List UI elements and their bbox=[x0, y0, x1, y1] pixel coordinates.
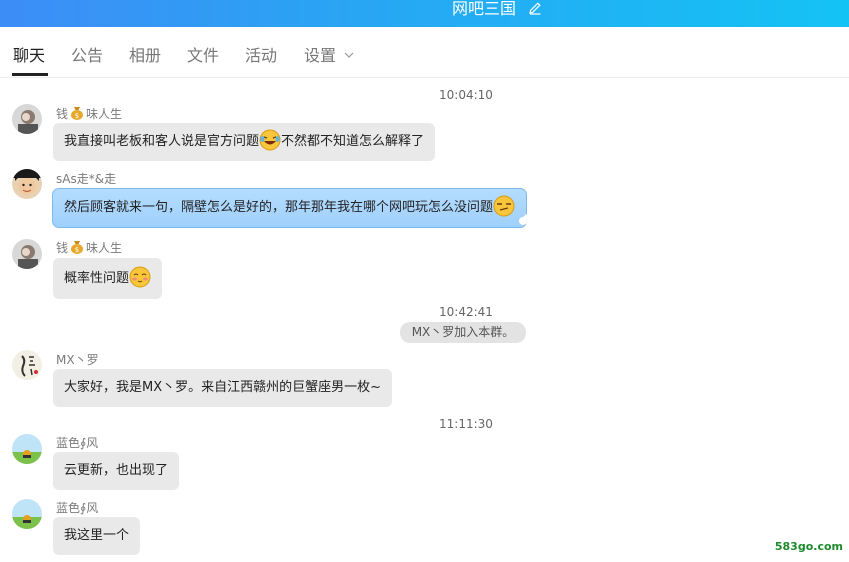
avatar[interactable] bbox=[12, 169, 42, 199]
sender-name: MX丶罗 bbox=[56, 353, 99, 367]
timestamp: 10:42:41 bbox=[439, 305, 493, 319]
svg-text:$: $ bbox=[75, 246, 79, 254]
tab-files[interactable]: 文件 bbox=[187, 46, 219, 66]
avatar[interactable] bbox=[12, 434, 42, 464]
sender-name: 蓝色∮风 bbox=[56, 501, 99, 515]
svg-text:$: $ bbox=[75, 112, 79, 120]
money-bag-icon: $ bbox=[71, 107, 84, 120]
timestamp: 11:11:30 bbox=[439, 417, 493, 431]
sender-name: 钱 $ 味人生 bbox=[56, 241, 123, 255]
tab-activity[interactable]: 活动 bbox=[245, 46, 277, 66]
laughing-emoji bbox=[259, 129, 281, 150]
message-bubble[interactable]: 然后顾客就来一句，隔壁怎么是好的，那年那年我在哪个网吧玩怎么没问题 bbox=[52, 188, 528, 228]
avatar[interactable] bbox=[12, 350, 42, 380]
edit-icon[interactable] bbox=[528, 1, 542, 15]
message-bubble[interactable]: 概率性问题 bbox=[53, 258, 163, 299]
smug-emoji bbox=[493, 195, 515, 216]
money-bag-icon: $ bbox=[71, 241, 84, 254]
sender-name: 钱 $ 味人生 bbox=[56, 107, 123, 121]
message-bubble[interactable]: 我直接叫老板和客人说是官方问题 不然都不知道怎么解释了 bbox=[53, 123, 436, 161]
group-title: 网吧三国 bbox=[452, 0, 517, 18]
sender-name: sAs走*&走 bbox=[56, 172, 117, 186]
message-bubble[interactable]: 大家好，我是MX丶罗。来自江西赣州的巨蟹座男一枚~ bbox=[53, 369, 393, 407]
bubble-cloud-decoration bbox=[519, 214, 536, 225]
tab-settings[interactable]: 设置 bbox=[304, 46, 336, 66]
avatar[interactable] bbox=[12, 239, 42, 269]
tab-album[interactable]: 相册 bbox=[129, 46, 161, 66]
title-bar: 网吧三国 bbox=[0, 0, 849, 27]
avatar[interactable] bbox=[12, 104, 42, 134]
message-bubble[interactable]: 我这里一个 bbox=[53, 517, 141, 555]
system-notice: MX丶罗加入本群。 bbox=[400, 322, 526, 343]
avatar[interactable] bbox=[12, 499, 42, 529]
sender-name: 蓝色∮风 bbox=[56, 436, 99, 450]
chevron-down-icon[interactable] bbox=[344, 52, 354, 58]
timestamp: 10:04:10 bbox=[439, 88, 493, 102]
message-bubble[interactable]: 云更新，也出现了 bbox=[53, 452, 180, 490]
tab-bar: 聊天 公告 相册 文件 活动 设置 bbox=[0, 27, 849, 78]
tab-announcement[interactable]: 公告 bbox=[71, 46, 103, 66]
blush-emoji bbox=[129, 266, 151, 287]
active-tab-indicator bbox=[12, 73, 48, 76]
tab-chat[interactable]: 聊天 bbox=[13, 46, 45, 66]
watermark: 583go.com bbox=[774, 540, 843, 553]
